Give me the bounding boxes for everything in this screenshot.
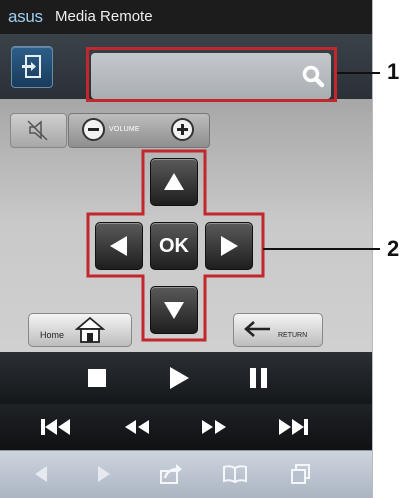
callout-line-1	[337, 72, 380, 74]
return-arrow-icon	[244, 321, 270, 337]
callout-line-2	[263, 248, 380, 250]
play-icon[interactable]	[168, 366, 190, 390]
home-icon	[75, 316, 105, 343]
skip-previous-icon[interactable]	[40, 418, 72, 436]
callout-2: 2	[387, 236, 400, 261]
home-button[interactable]: Home	[28, 313, 132, 347]
share-icon[interactable]	[159, 463, 183, 485]
return-button[interactable]: RETURN	[233, 313, 323, 347]
browser-toolbar	[0, 450, 372, 498]
forward-arrow-icon[interactable]	[96, 465, 112, 483]
return-label: RETURN	[278, 332, 308, 339]
rewind-icon[interactable]	[124, 419, 150, 435]
seek-controls	[0, 404, 372, 450]
tabs-icon[interactable]	[290, 463, 312, 485]
pause-icon[interactable]	[249, 367, 269, 389]
callout-1: 1	[387, 59, 400, 84]
home-label: Home	[40, 330, 65, 340]
back-arrow-icon[interactable]	[33, 465, 49, 483]
skip-next-icon[interactable]	[277, 418, 309, 436]
fast-forward-icon[interactable]	[201, 419, 227, 435]
playback-controls	[0, 352, 372, 404]
bookmarks-icon[interactable]	[222, 465, 248, 483]
stop-icon[interactable]	[87, 368, 107, 388]
